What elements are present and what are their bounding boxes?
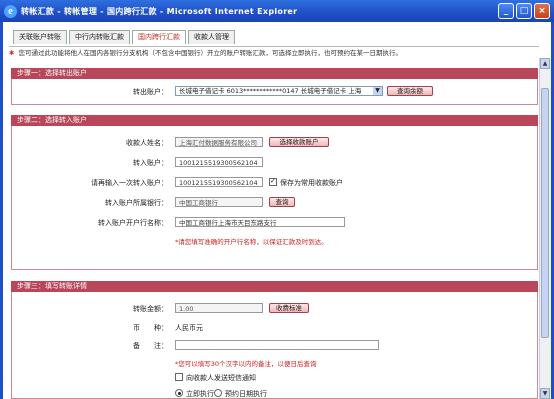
tab-boc-transfer[interactable]: 中行内转账汇款 [69,30,130,44]
amount-input[interactable]: 1.00 [175,303,263,313]
section-1-header: 步骤一：选择转出账户 [11,68,538,79]
branch-label: 转入账户开户行名称： [98,219,168,227]
notice-content: 您可通过此功能将他人在国内各银行分支机构（不包含中国银行）开立的账户转账汇款，可… [18,49,402,57]
currency-label: 币 种： [133,324,168,332]
chevron-down-icon: ▼ [373,87,382,95]
memo-hint: *您可以填写30个汉字以内的备注，以便日后查询 [175,360,317,368]
bank-label: 转入账户所属银行： [105,199,168,207]
exec-scheduled-label: 预约日期执行 [225,390,267,398]
window-title: 转帐汇款 - 转帐管理 - 国内跨行汇款 - Microsoft Interne… [21,6,298,16]
vertical-scrollbar[interactable]: ▲ ▼ [539,58,551,399]
browser-content: 关联账户转账 中行内转账汇款 国内跨行汇款 收款人管理 ✱ 您可通过此功能将他人在… [0,22,554,399]
tab-interbank-transfer[interactable]: 国内跨行汇款 [132,30,186,44]
exec-now-radio[interactable] [175,389,183,397]
memo-label: 备 注： [133,342,168,350]
amount-label: 转账金额： [133,305,168,313]
select-payee-button[interactable]: 选择收款账户 [269,137,329,147]
tab-bar: 关联账户转账 中行内转账汇款 国内跨行汇款 收款人管理 [13,30,237,44]
branch-hint: *请您填写准确的开户行名称，以保证汇款及时到达。 [175,238,328,246]
minimize-button[interactable]: _ [498,3,514,19]
section-3-header: 步骤三：填写转账详情 [11,281,538,292]
save-payee-label: 保存为常用收款账户 [280,179,343,187]
payee-name-field[interactable]: 上海汇付数据服务有限公司 [175,137,263,147]
tab-payee-management[interactable]: 收款人管理 [188,30,235,44]
exec-scheduled-radio[interactable] [214,389,222,397]
scroll-down-icon[interactable]: ▼ [540,388,550,399]
bank-field[interactable]: 中国工商银行 [175,197,263,207]
notice-text: ✱ 您可通过此功能将他人在国内各银行分支机构（不包含中国银行）开立的账户转账汇款，… [9,46,539,59]
confirm-account-label: 请再输入一次转入账户： [91,179,168,187]
currency-value: 人民币元 [175,324,203,332]
ie-icon: e [4,4,17,18]
section-2-header: 步骤二：选择转入账户 [11,115,538,126]
query-balance-button[interactable]: 查询余额 [387,86,433,96]
from-account-label: 转出账户： [133,88,168,96]
sms-notify-label: 向收款人发送短信通知 [186,374,256,382]
to-account-label: 转入账户： [133,159,168,167]
confirm-account-input[interactable]: 1001215519300562104 [175,177,263,187]
scroll-thumb[interactable] [541,88,549,338]
maximize-button[interactable]: □ [516,3,532,19]
payee-name-label: 收款人姓名： [126,139,168,147]
scroll-up-icon[interactable]: ▲ [540,58,550,69]
close-button[interactable]: × [534,3,550,19]
from-account-select[interactable]: 长城电子借记卡 6013************0147 长城电子借记卡 上海 … [175,86,383,96]
save-payee-checkbox[interactable] [269,177,277,186]
sms-notify-checkbox[interactable] [175,373,183,381]
window-controls: _ □ × [498,3,550,19]
memo-input[interactable] [175,340,379,350]
query-bank-button[interactable]: 查询 [269,197,295,207]
from-account-value: 长城电子借记卡 6013************0147 长城电子借记卡 上海 [179,87,362,95]
exec-now-label: 立即执行 [186,390,214,398]
pin-icon: ✱ [9,49,15,57]
branch-input[interactable]: 中国工商银行上海市天目东路支行 [175,217,345,227]
to-account-input[interactable]: 1001215519300562104 [175,157,263,167]
window-title-bar: e 转帐汇款 - 转帐管理 - 国内跨行汇款 - Microsoft Inter… [0,0,554,22]
tab-linked-account-transfer[interactable]: 关联账户转账 [13,30,67,44]
fee-standard-button[interactable]: 收费标准 [269,303,309,313]
